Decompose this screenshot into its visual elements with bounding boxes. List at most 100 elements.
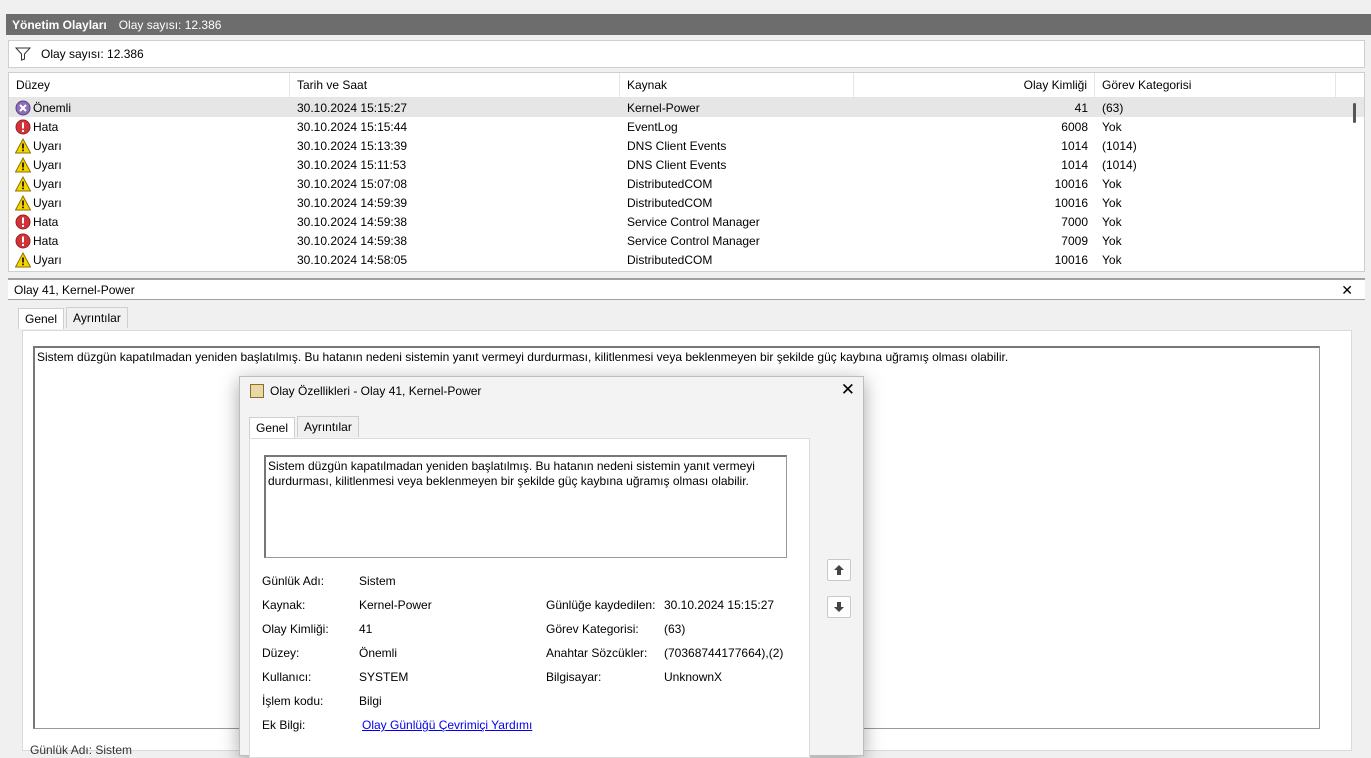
close-icon[interactable]: ✕	[1341, 282, 1353, 299]
col-date[interactable]: Tarih ve Saat	[290, 73, 620, 97]
dialog-description[interactable]: Sistem düzgün kapatılmadan yeniden başla…	[264, 455, 787, 558]
prop-label: Bilgisayar:	[546, 670, 602, 684]
cell-level: Uyarı	[9, 136, 290, 155]
table-body: Önemli 30.10.2024 15:15:27 Kernel-Power 41 (…	[9, 98, 1364, 269]
table-row[interactable]: Uyarı 30.10.2024 14:59:39 DistributedCOM 10…	[9, 193, 1364, 212]
dialog-description-line1: Sistem düzgün kapatılmadan yeniden başla…	[268, 459, 755, 473]
cell-level: Uyarı	[9, 193, 290, 212]
cell-date: 30.10.2024 14:59:38	[297, 214, 408, 229]
col-task-category[interactable]: Görev Kategorisi	[1095, 73, 1336, 97]
filter-bar: Olay sayısı: 12.386	[8, 40, 1365, 68]
cell-level: Uyarı	[9, 250, 290, 269]
dialog-title: Olay Özellikleri - Olay 41, Kernel-Power	[270, 384, 482, 398]
prop-label: Görev Kategorisi:	[546, 622, 639, 636]
filter-icon[interactable]	[15, 47, 31, 61]
event-properties-icon	[250, 384, 264, 398]
prop-label: Günlüğe kaydedilen:	[546, 598, 656, 612]
prop-label: Düzey:	[262, 646, 300, 660]
events-title: Yönetim Olayları	[12, 17, 107, 32]
table-header: Düzey Tarih ve Saat Kaynak Olay Kimliği …	[9, 73, 1364, 98]
col-level[interactable]: Düzey	[9, 73, 290, 97]
cell-source: DNS Client Events	[627, 138, 727, 153]
cell-task-category: Yok	[1102, 233, 1122, 248]
cell-date: 30.10.2024 15:15:27	[297, 100, 408, 115]
dialog-description-line2: durdurması, kilitlenmesi veya beklenmeye…	[268, 474, 749, 488]
prop-value: Sistem	[359, 574, 396, 588]
tab-details[interactable]: Ayrıntılar	[66, 307, 128, 328]
prop-value: UnknownX	[664, 670, 723, 684]
prop-value: (70368744177664),(2)	[664, 646, 784, 660]
cell-source: DistributedCOM	[627, 252, 713, 267]
cell-event-id: 1014	[1061, 138, 1088, 153]
prop-label: İşlem kodu:	[262, 694, 324, 708]
prop-label: Olay Kimliği:	[262, 622, 329, 636]
cell-event-id: 1014	[1061, 157, 1088, 172]
cell-event-id: 10016	[1054, 252, 1088, 267]
table-row[interactable]: Hata 30.10.2024 14:59:38 Service Control M…	[9, 212, 1364, 231]
dialog-tabs: Genel Ayrıntılar	[249, 416, 361, 438]
prop-label: Kullanıcı:	[262, 670, 312, 684]
error-icon	[15, 233, 31, 249]
col-source[interactable]: Kaynak	[620, 73, 854, 97]
table-scrollbar[interactable]	[1353, 103, 1356, 123]
cell-event-id: 6008	[1061, 119, 1088, 134]
detail-header: Olay 41, Kernel-Power ✕	[8, 278, 1365, 300]
warning-icon	[14, 175, 32, 192]
table-row[interactable]: Uyarı 30.10.2024 15:11:53 DNS Client Event…	[9, 155, 1364, 174]
table-row[interactable]: Hata 30.10.2024 14:59:38 Service Control M…	[9, 231, 1364, 250]
cell-task-category: (1014)	[1102, 157, 1137, 172]
cell-task-category: Yok	[1102, 119, 1122, 134]
table-row[interactable]: Uyarı 30.10.2024 14:58:05 DistributedCOM 10…	[9, 250, 1364, 269]
level-label: Uyarı	[33, 195, 62, 210]
level-label: Uyarı	[33, 138, 62, 153]
previous-event-button[interactable]	[827, 559, 851, 581]
warning-icon	[14, 156, 32, 173]
cell-date: 30.10.2024 14:59:39	[297, 195, 408, 210]
cell-source: DNS Client Events	[627, 157, 727, 172]
cell-date: 30.10.2024 15:15:44	[297, 119, 408, 134]
cell-level: Hata	[9, 231, 290, 250]
warning-icon	[14, 251, 32, 268]
cell-task-category: (1014)	[1102, 138, 1137, 153]
prop-value: Bilgi	[359, 694, 382, 708]
dialog-titlebar: Olay Özellikleri - Olay 41, Kernel-Power	[250, 384, 481, 398]
dialog-tab-details[interactable]: Ayrıntılar	[297, 416, 359, 437]
tab-general[interactable]: Genel	[18, 308, 65, 329]
cell-date: 30.10.2024 14:59:38	[297, 233, 408, 248]
cell-task-category: Yok	[1102, 176, 1122, 191]
prop-label: Ek Bilgi:	[262, 718, 306, 732]
cell-level: Uyarı	[9, 174, 290, 193]
cell-date: 30.10.2024 15:07:08	[297, 176, 408, 191]
table-row[interactable]: Hata 30.10.2024 15:15:44 EventLog 6008 Yok	[9, 117, 1364, 136]
arrow-down-icon	[834, 602, 844, 612]
cell-event-id: 7000	[1061, 214, 1088, 229]
level-label: Uyarı	[33, 176, 62, 191]
cell-event-id: 10016	[1054, 195, 1088, 210]
dialog-close-icon[interactable]: ✕	[841, 381, 855, 398]
cell-source: Service Control Manager	[627, 233, 760, 248]
detail-tabs: Genel Ayrıntılar	[18, 307, 130, 329]
online-help-link[interactable]: Olay Günlüğü Çevrimiçi Yardımı	[362, 718, 532, 732]
table-row[interactable]: Önemli 30.10.2024 15:15:27 Kernel-Power 41 (…	[9, 98, 1364, 117]
dialog-tab-general[interactable]: Genel	[249, 417, 296, 438]
warning-icon	[14, 194, 32, 211]
cell-level: Uyarı	[9, 155, 290, 174]
arrow-up-icon	[834, 565, 844, 575]
cell-source: Kernel-Power	[627, 100, 700, 115]
warning-icon	[14, 137, 32, 154]
table-row[interactable]: Uyarı 30.10.2024 15:07:08 DistributedCOM 10…	[9, 174, 1364, 193]
cell-event-id: 10016	[1054, 176, 1088, 191]
cell-level: Önemli	[9, 98, 290, 117]
critical-icon	[15, 100, 31, 116]
col-event-id[interactable]: Olay Kimliği	[854, 73, 1095, 97]
level-label: Hata	[33, 233, 59, 248]
prop-value: Önemli	[359, 646, 398, 660]
prop-label: Kaynak:	[262, 598, 306, 612]
next-event-button[interactable]	[827, 596, 851, 618]
level-label: Uyarı	[33, 157, 62, 172]
cell-task-category: Yok	[1102, 214, 1122, 229]
level-label: Hata	[33, 214, 59, 229]
events-table[interactable]: Düzey Tarih ve Saat Kaynak Olay Kimliği …	[8, 72, 1365, 272]
table-row[interactable]: Uyarı 30.10.2024 15:13:39 DNS Client Event…	[9, 136, 1364, 155]
prop-value: (63)	[664, 622, 686, 636]
